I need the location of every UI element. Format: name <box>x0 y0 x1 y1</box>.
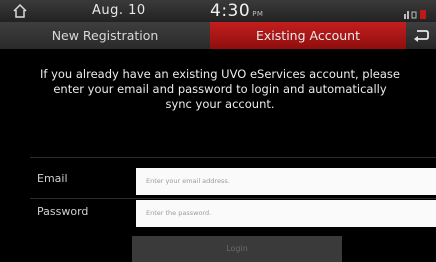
password-field[interactable]: Enter the password. <box>136 200 436 227</box>
status-ampm: PM <box>252 10 264 18</box>
status-time: 4:30 PM <box>210 1 263 21</box>
status-time-value: 4:30 <box>210 1 251 21</box>
tab-new-registration[interactable]: New Registration <box>0 22 210 49</box>
email-field[interactable]: Enter your email address. <box>136 168 436 195</box>
divider <box>30 198 436 199</box>
home-icon[interactable] <box>12 3 28 19</box>
info-message: If you already have an existing UVO eSer… <box>40 67 400 111</box>
back-button[interactable] <box>406 22 436 49</box>
back-arrow-icon <box>414 30 429 42</box>
login-button[interactable]: Login <box>132 236 342 262</box>
status-date: Aug. 10 <box>92 3 146 18</box>
system-status-icons <box>404 5 428 19</box>
email-label: Email <box>37 172 68 185</box>
password-label: Password <box>37 205 89 218</box>
tab-existing-account[interactable]: Existing Account <box>210 22 406 49</box>
divider <box>30 157 436 158</box>
